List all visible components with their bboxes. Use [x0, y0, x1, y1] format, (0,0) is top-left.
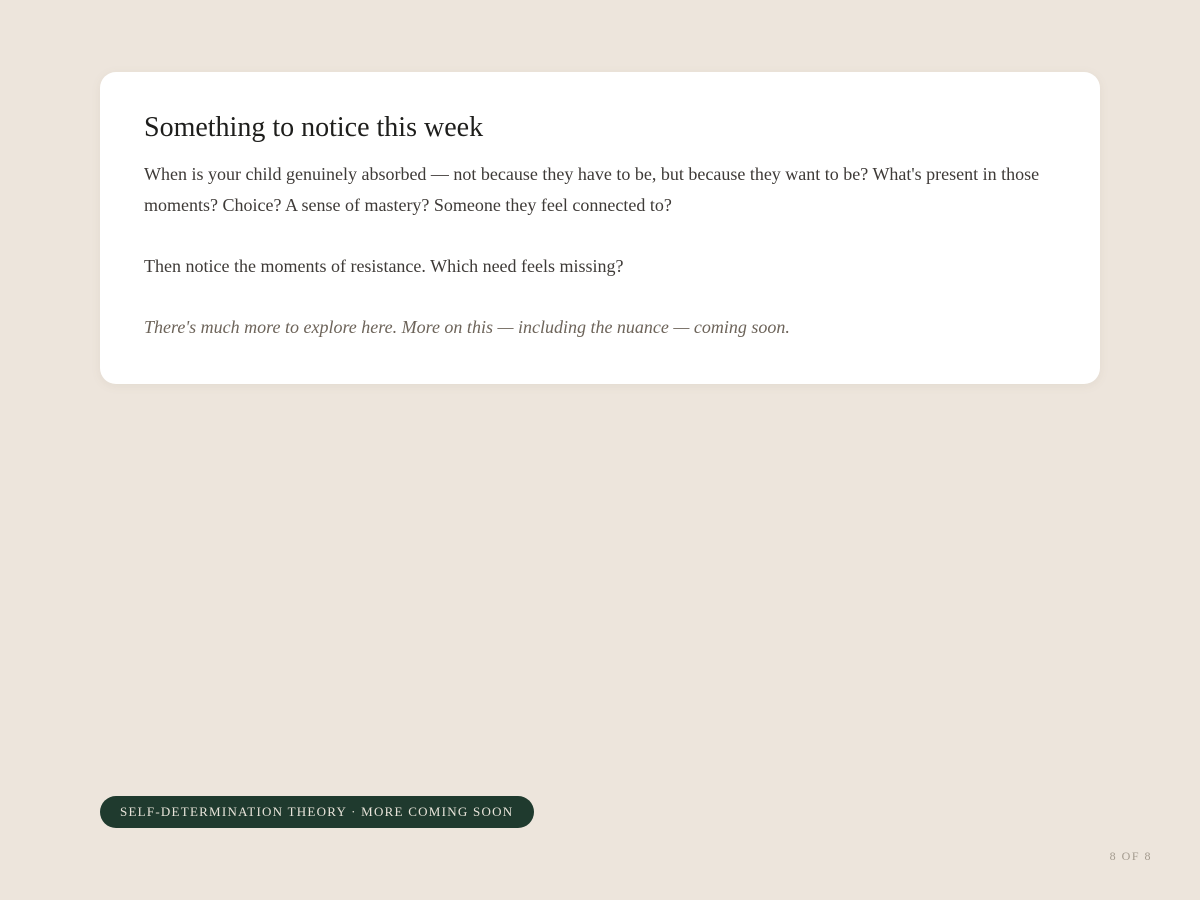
card-title: Something to notice this week	[144, 112, 484, 143]
page-counter: 8 OF 8	[1109, 849, 1152, 863]
card-paragraph-absorbed: When is your child genuinely absorbed — …	[144, 164, 1040, 215]
reflection-card: Something to notice this week When is yo…	[100, 72, 1100, 384]
card-coming-soon-note: There's much more to explore here. More …	[144, 317, 790, 337]
card-paragraph-resistance: Then notice the moments of resistance. W…	[144, 256, 624, 276]
topic-tag-pill: SELF-DETERMINATION THEORY · MORE COMING …	[100, 796, 535, 828]
